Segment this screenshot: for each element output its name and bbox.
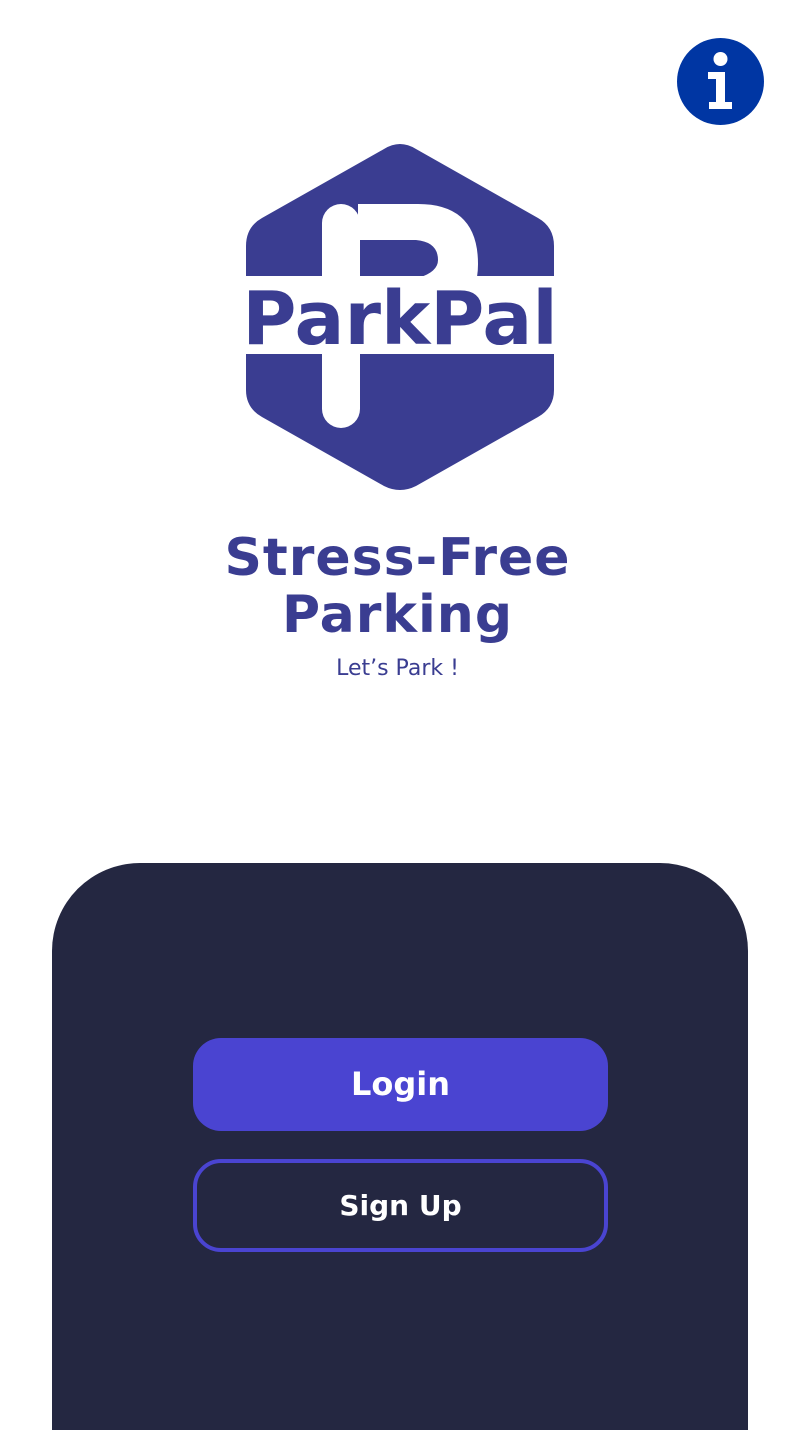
headline-line-1: Stress-Free: [224, 528, 571, 588]
headline: Stress-Free Parking: [0, 530, 795, 644]
headline-line-2: Parking: [281, 585, 514, 645]
info-button[interactable]: [677, 38, 764, 125]
tagline: Let’s Park !: [336, 656, 459, 681]
parkpal-logo: ParkPal: [228, 140, 572, 492]
sign-up-button[interactable]: Sign Up: [193, 1159, 608, 1252]
welcome-screen: ParkPal Stress-Free Parking Let’s Park !…: [0, 0, 795, 1430]
info-icon: [677, 38, 764, 125]
logo-wordmark: ParkPal: [242, 276, 557, 362]
auth-panel: Login Sign Up: [52, 863, 748, 1430]
login-button[interactable]: Login: [193, 1038, 608, 1131]
